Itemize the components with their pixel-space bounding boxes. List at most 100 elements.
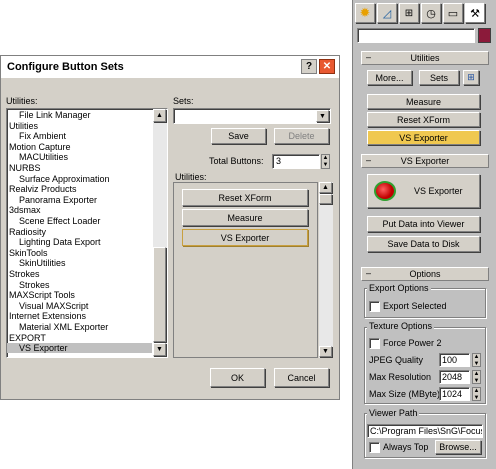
save-data-to-disk-button[interactable]: Save Data to Disk xyxy=(367,236,480,252)
hierarchy-icon[interactable]: ⊞ xyxy=(399,3,419,23)
viewer-path-input[interactable]: C:\Program Files\SnG\Focus S xyxy=(367,424,483,438)
close-icon: ✕ xyxy=(322,61,332,72)
dialog-title: Configure Button Sets xyxy=(7,61,124,73)
sets-dropdown[interactable]: ▼ xyxy=(173,108,331,124)
list-scrollbar[interactable]: ▲ ▼ xyxy=(153,109,167,357)
utilities-group-label: Utilities: xyxy=(175,172,207,182)
cancel-button[interactable]: Cancel xyxy=(274,368,329,387)
panel-vs-exporter-button[interactable]: VS Exporter xyxy=(367,130,480,145)
total-buttons-value: 3 xyxy=(276,156,282,166)
vs-exporter-rollout-header[interactable]: – VS Exporter xyxy=(361,154,489,168)
display-icon[interactable]: ▭ xyxy=(443,3,463,23)
list-item[interactable]: Lighting Data Export xyxy=(7,237,152,247)
total-buttons-input[interactable]: 3 xyxy=(272,154,320,169)
utilities-label: Utilities: xyxy=(6,96,38,106)
panel-tabs: ✹ ◿ ⊞ ◷ ▭ ⚒ xyxy=(355,2,495,24)
options-rollout-header[interactable]: – Options xyxy=(361,267,489,281)
force-power2-checkbox[interactable] xyxy=(369,338,380,349)
put-data-into-viewer-button[interactable]: Put Data into Viewer xyxy=(367,216,480,232)
list-item[interactable]: Utilities xyxy=(7,121,152,131)
help-button[interactable]: ? xyxy=(301,59,317,74)
list-item[interactable]: File Link Manager xyxy=(7,110,152,120)
always-top-checkbox[interactable] xyxy=(369,442,380,453)
list-item[interactable]: Panorama Exporter xyxy=(7,195,152,205)
list-item[interactable]: Realviz Products xyxy=(7,184,152,194)
command-panel: ✹ ◿ ⊞ ◷ ▭ ⚒ – Utilities More... Sets ⊞ Me… xyxy=(352,0,496,469)
list-item[interactable]: NURBS xyxy=(7,163,152,173)
max-size-label: Max Size (MByte) xyxy=(369,389,441,399)
group-scroll-up[interactable]: ▲ xyxy=(319,182,332,193)
utilities-scrollbar[interactable]: ▲ ▼ xyxy=(319,182,333,358)
texture-options-label: Texture Options xyxy=(367,321,435,331)
jpeg-quality-spinner[interactable]: ▲ ▼ xyxy=(472,353,481,367)
panel-reset-xform-button[interactable]: Reset XForm xyxy=(367,112,480,127)
dialog-title-bar: Configure Button Sets ? ✕ xyxy=(1,56,339,78)
panel-measure-button[interactable]: Measure xyxy=(367,94,480,109)
delete-button[interactable]: Delete xyxy=(274,128,329,144)
list-item[interactable]: Internet Extensions xyxy=(7,311,152,321)
chevron-down-icon[interactable]: ▼ xyxy=(316,110,329,122)
assigned-button-vs-exporter[interactable]: VS Exporter xyxy=(182,229,308,246)
group-scroll-thumb[interactable] xyxy=(319,194,332,204)
more-button[interactable]: More... xyxy=(367,70,412,85)
scroll-thumb[interactable] xyxy=(153,247,166,342)
list-item[interactable]: Strokes xyxy=(7,269,152,279)
close-button[interactable]: ✕ xyxy=(319,59,335,74)
force-power2-label: Force Power 2 xyxy=(383,338,442,348)
utilities-group: Reset XForm Measure VS Exporter xyxy=(173,182,318,358)
save-button[interactable]: Save xyxy=(211,128,266,144)
max-resolution-spinner[interactable]: ▲ ▼ xyxy=(472,370,481,384)
list-item[interactable]: Surface Approximation xyxy=(7,174,152,184)
scroll-up-button[interactable]: ▲ xyxy=(153,109,166,122)
scroll-down-button[interactable]: ▼ xyxy=(153,343,166,356)
total-buttons-spinner[interactable]: ▲ ▼ xyxy=(321,154,330,169)
help-icon: ? xyxy=(305,61,313,72)
list-item[interactable]: MAXScript Tools xyxy=(7,290,152,300)
utilities-rollout-header[interactable]: – Utilities xyxy=(361,51,489,65)
group-scroll-down[interactable]: ▼ xyxy=(319,346,332,357)
object-name-field[interactable] xyxy=(357,28,475,43)
jpeg-quality-input[interactable]: 100 xyxy=(439,353,470,367)
max-resolution-input[interactable]: 2048 xyxy=(439,370,470,384)
list-item[interactable]: SkinUtilities xyxy=(7,258,152,268)
always-top-label: Always Top xyxy=(383,442,429,452)
vs-exporter-rollout-title: VS Exporter xyxy=(400,156,450,166)
export-selected-label: Export Selected xyxy=(383,301,447,311)
options-rollout-title: Options xyxy=(409,269,441,279)
max-size-input[interactable]: 1024 xyxy=(439,387,470,401)
motion-icon[interactable]: ◷ xyxy=(421,3,441,23)
list-item[interactable]: Scene Effect Loader xyxy=(7,216,152,226)
list-item[interactable]: 3dsmax xyxy=(7,205,152,215)
list-item[interactable]: Strokes xyxy=(7,280,152,290)
list-item[interactable]: MACUtilities xyxy=(7,152,152,162)
object-color-swatch[interactable] xyxy=(478,28,491,43)
curve-icon[interactable]: ◿ xyxy=(377,3,397,23)
list-item[interactable]: Radiosity xyxy=(7,227,152,237)
export-options-label: Export Options xyxy=(367,283,431,293)
viewer-path-value: C:\Program Files\SnG\Focus S xyxy=(370,426,483,436)
sun-icon[interactable]: ✹ xyxy=(355,3,375,23)
browse-button[interactable]: Browse... xyxy=(435,440,481,454)
sets-button[interactable]: Sets xyxy=(419,70,459,85)
assigned-button-reset-xform[interactable]: Reset XForm xyxy=(182,189,308,206)
assigned-button-measure[interactable]: Measure xyxy=(182,209,308,226)
sets-label: Sets: xyxy=(173,96,194,106)
configure-sets-icon[interactable]: ⊞ xyxy=(463,70,479,85)
max-size-spinner[interactable]: ▲ ▼ xyxy=(472,387,481,401)
list-item[interactable]: SkinTools xyxy=(7,248,152,258)
list-item[interactable]: Material XML Exporter xyxy=(7,322,152,332)
max-size-value: 1024 xyxy=(442,389,463,399)
export-selected-checkbox[interactable] xyxy=(369,301,380,312)
list-item[interactable]: Visual MAXScript xyxy=(7,301,152,311)
vs-exporter-main-button[interactable]: VS Exporter xyxy=(367,174,480,208)
utilities-list-items: File Link Manager Utilities Fix Ambient Mot… xyxy=(7,110,152,356)
vs-exporter-main-label: VS Exporter xyxy=(414,186,463,196)
list-item[interactable]: VS Exporter xyxy=(7,343,152,354)
list-item[interactable]: Motion Capture xyxy=(7,142,152,152)
list-item[interactable]: Fix Ambient xyxy=(7,131,152,141)
hammer-icon[interactable]: ⚒ xyxy=(465,3,485,23)
ok-button[interactable]: OK xyxy=(210,368,265,387)
utilities-list[interactable]: File Link Manager Utilities Fix Ambient Mot… xyxy=(6,108,168,358)
jpeg-quality-value: 100 xyxy=(442,355,458,365)
list-item[interactable]: EXPORT xyxy=(7,333,152,343)
